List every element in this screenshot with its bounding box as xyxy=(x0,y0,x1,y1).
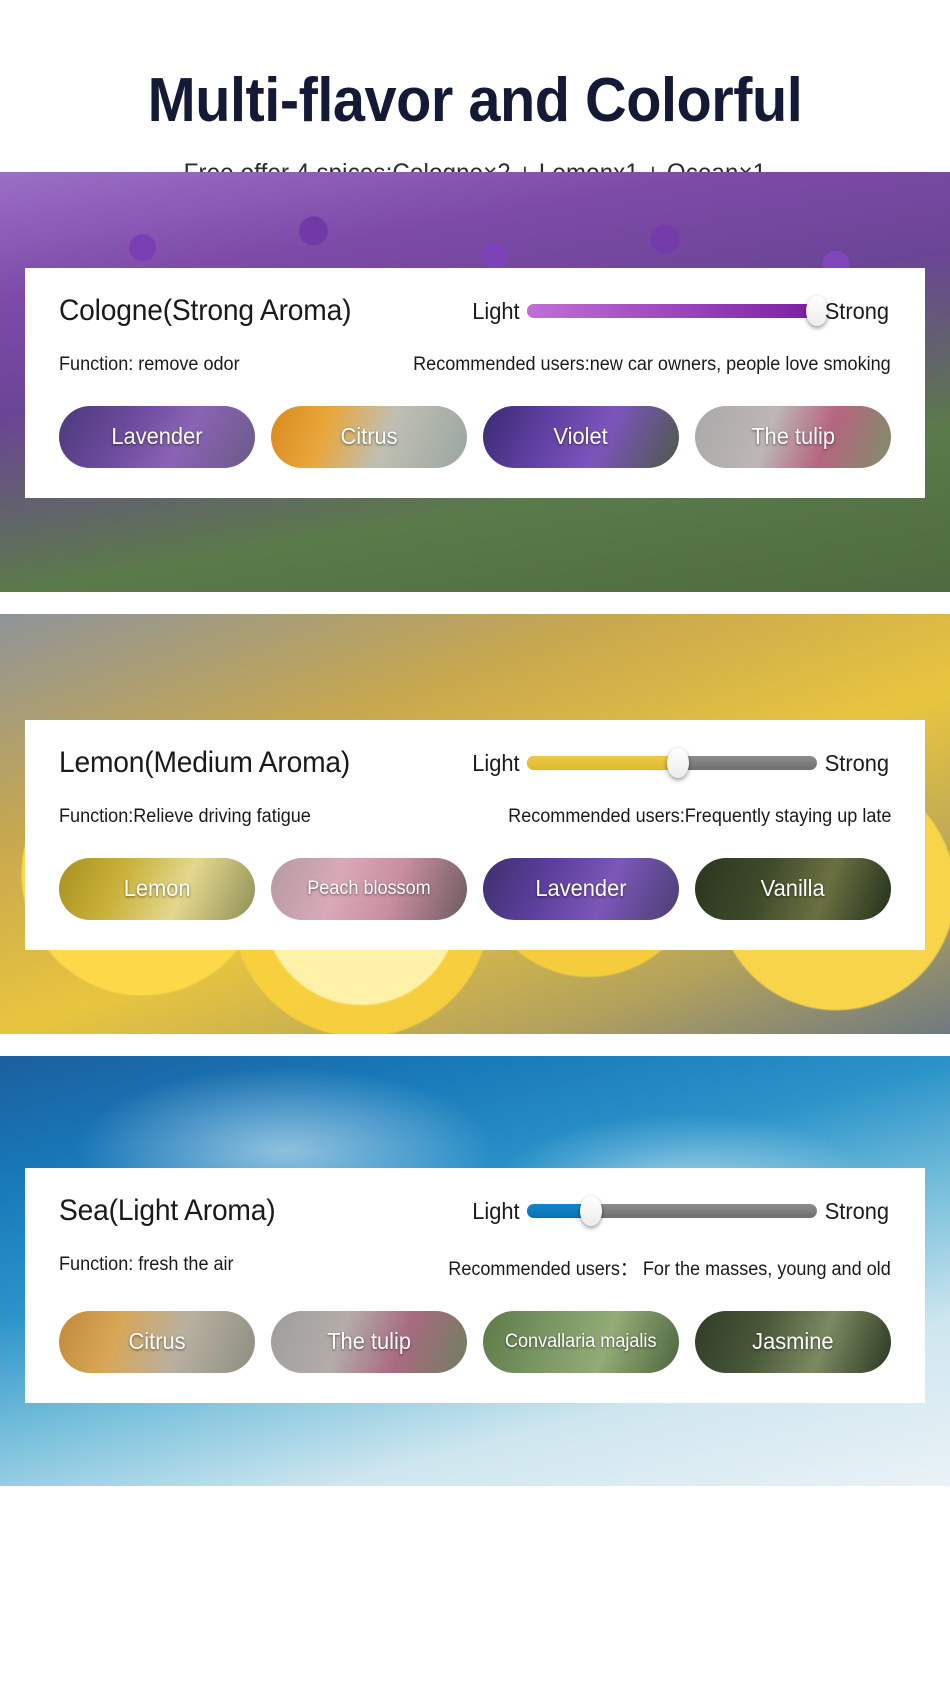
scent-tag-label: Violet xyxy=(553,423,609,450)
scent-tag[interactable]: Lavender xyxy=(483,858,679,920)
scent-tag[interactable]: Lemon xyxy=(59,858,255,920)
slider-fill xyxy=(527,756,679,770)
function-label: Function:Relieve driving fatigue xyxy=(59,806,311,827)
scent-tag[interactable]: Citrus xyxy=(59,1311,255,1373)
slider-max-label: Strong xyxy=(824,297,890,324)
flavor-name: Sea(Light Aroma) xyxy=(59,1194,276,1227)
scent-tag[interactable]: The tulip xyxy=(695,406,891,468)
recommended-users-label: Recommended users： For the masses, young… xyxy=(448,1259,891,1280)
slider-thumb[interactable] xyxy=(580,1196,603,1226)
slider-max-label: Strong xyxy=(824,1197,890,1224)
slider-fill xyxy=(527,304,818,318)
intensity-slider[interactable]: Light Strong xyxy=(471,296,891,326)
scent-tag[interactable]: Convallaria majalis xyxy=(483,1311,679,1373)
slider-thumb[interactable] xyxy=(667,748,690,778)
slider-track[interactable] xyxy=(527,748,818,778)
section-divider xyxy=(0,1034,950,1056)
meta-row: Function: fresh the air Recommended user… xyxy=(59,1254,891,1281)
flavor-block-lemon: Lemon(Medium Aroma) Light Strong Functio… xyxy=(0,614,950,1034)
slider-track[interactable] xyxy=(527,1196,818,1226)
scent-tag-list: Lemon Peach blossom Lavender Vanilla xyxy=(59,858,891,920)
product-feature-page: Multi-flavor and Colorful Free offer 4 s… xyxy=(0,0,950,1687)
scent-tag-label: Lemon xyxy=(123,875,191,902)
meta-row: Function:Relieve driving fatigue Recomme… xyxy=(59,806,891,828)
flavor-card-lemon: Lemon(Medium Aroma) Light Strong Functio… xyxy=(25,720,925,950)
scent-tag-label: Citrus xyxy=(340,423,398,450)
scent-tag[interactable]: The tulip xyxy=(271,1311,467,1373)
scent-tag-label: The tulip xyxy=(751,423,835,450)
slider-row: Cologne(Strong Aroma) Light Strong xyxy=(59,294,891,328)
intensity-slider[interactable]: Light Strong xyxy=(471,1196,891,1226)
page-header: Multi-flavor and Colorful Free offer 4 s… xyxy=(0,0,950,187)
slider-min-label: Light xyxy=(472,749,520,776)
flavor-block-sea: Sea(Light Aroma) Light Strong Function: … xyxy=(0,1056,950,1486)
slider-min-label: Light xyxy=(472,297,520,324)
scent-tag-label: Citrus xyxy=(128,1328,186,1355)
scent-tag-label: The tulip xyxy=(327,1328,411,1355)
scent-tag[interactable]: Peach blossom xyxy=(271,858,467,920)
flavor-name: Lemon(Medium Aroma) xyxy=(59,746,351,779)
scent-tag-label: Lavender xyxy=(111,423,203,450)
recommended-users-label: Recommended users:Frequently staying up … xyxy=(507,806,891,827)
function-label: Function: remove odor xyxy=(59,354,240,375)
scent-tag-label: Lavender xyxy=(535,875,627,902)
scent-tag[interactable]: Violet xyxy=(483,406,679,468)
recommended-users-label: Recommended users:new car owners, people… xyxy=(413,354,891,375)
scent-tag-label: Jasmine xyxy=(752,1328,834,1355)
slider-track[interactable] xyxy=(527,296,829,326)
scent-tag-label: Peach blossom xyxy=(307,878,431,900)
flavor-card-cologne: Cologne(Strong Aroma) Light Strong Funct… xyxy=(25,268,925,498)
flavor-name: Cologne(Strong Aroma) xyxy=(59,294,352,327)
scent-tag-label: Vanilla xyxy=(761,875,825,902)
flavor-card-sea: Sea(Light Aroma) Light Strong Function: … xyxy=(25,1168,925,1403)
slider-min-label: Light xyxy=(472,1197,520,1224)
scent-tag-label: Convallaria majalis xyxy=(505,1331,657,1353)
scent-tag-list: Citrus The tulip Convallaria majalis Jas… xyxy=(59,1311,891,1373)
scent-tag[interactable]: Citrus xyxy=(271,406,467,468)
scent-tag[interactable]: Jasmine xyxy=(695,1311,891,1373)
scent-tag[interactable]: Vanilla xyxy=(695,858,891,920)
page-title: Multi-flavor and Colorful xyxy=(147,66,803,135)
function-label: Function: fresh the air xyxy=(59,1254,234,1275)
scent-tag-list: Lavender Citrus Violet The tulip xyxy=(59,406,891,468)
flavor-block-cologne: Cologne(Strong Aroma) Light Strong Funct… xyxy=(0,172,950,592)
slider-max-label: Strong xyxy=(824,749,890,776)
slider-row: Lemon(Medium Aroma) Light Strong xyxy=(59,746,891,780)
section-divider xyxy=(0,592,950,614)
slider-row: Sea(Light Aroma) Light Strong xyxy=(59,1194,891,1228)
meta-row: Function: remove odor Recommended users:… xyxy=(59,354,891,376)
scent-tag[interactable]: Lavender xyxy=(59,406,255,468)
intensity-slider[interactable]: Light Strong xyxy=(471,748,891,778)
